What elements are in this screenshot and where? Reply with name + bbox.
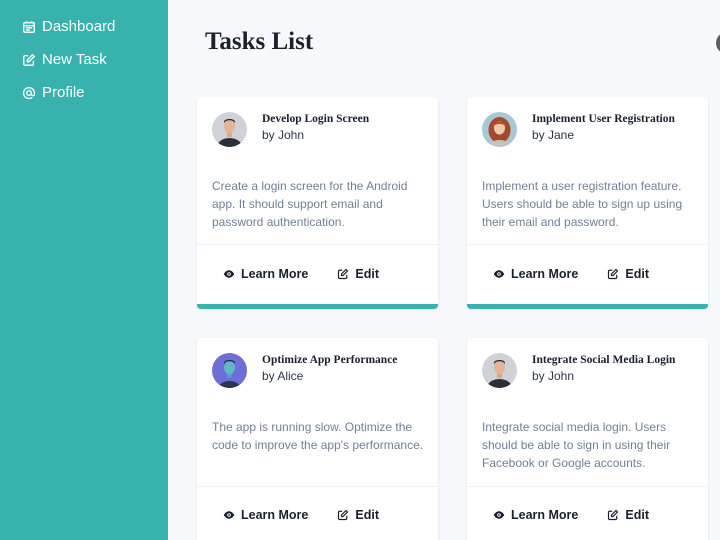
- edit-button[interactable]: Edit: [607, 508, 649, 522]
- divider: [467, 486, 708, 487]
- calendar-icon: [22, 20, 36, 34]
- divider: [467, 244, 708, 245]
- learn-more-label: Learn More: [511, 267, 578, 281]
- learn-more-button[interactable]: Learn More: [223, 508, 308, 522]
- learn-more-button[interactable]: Learn More: [223, 267, 308, 281]
- edit-label: Edit: [355, 267, 379, 281]
- card-header: Implement User Registration by Jane: [482, 112, 675, 147]
- card-actions: Learn More Edit: [493, 508, 649, 522]
- card-title: Optimize App Performance: [262, 354, 397, 366]
- card-author: by John: [532, 369, 675, 383]
- eye-icon: [223, 509, 235, 521]
- card-actions: Learn More Edit: [493, 267, 649, 281]
- sidebar-item-profile[interactable]: Profile: [0, 76, 168, 109]
- sidebar-item-label: Profile: [42, 84, 85, 101]
- avatar: [212, 353, 247, 388]
- card-header: Optimize App Performance by Alice: [212, 353, 397, 388]
- card-description: The app is running slow. Optimize the co…: [212, 418, 427, 454]
- user-avatar[interactable]: [716, 32, 720, 54]
- card-author: by Alice: [262, 369, 397, 383]
- divider: [197, 244, 438, 245]
- edit-label: Edit: [625, 508, 649, 522]
- task-card: Implement User Registration by Jane Impl…: [467, 97, 708, 309]
- eye-icon: [493, 268, 505, 280]
- sidebar-item-dashboard[interactable]: Dashboard: [0, 10, 168, 43]
- card-description: Implement a user registration feature. U…: [482, 177, 697, 231]
- divider: [197, 486, 438, 487]
- eye-icon: [493, 509, 505, 521]
- sidebar: Dashboard New Task Profile: [0, 0, 168, 540]
- card-description: Create a login screen for the Android ap…: [212, 177, 427, 231]
- avatar: [212, 112, 247, 147]
- card-actions: Learn More Edit: [223, 508, 379, 522]
- edit-button[interactable]: Edit: [607, 267, 649, 281]
- sidebar-item-label: Dashboard: [42, 18, 115, 35]
- main-content: Tasks List Develop Login Screen by John …: [168, 0, 720, 540]
- card-actions: Learn More Edit: [223, 267, 379, 281]
- avatar: [482, 112, 517, 147]
- edit-button[interactable]: Edit: [337, 267, 379, 281]
- task-card: Optimize App Performance by Alice The ap…: [197, 338, 438, 540]
- at-icon: [22, 86, 36, 100]
- learn-more-label: Learn More: [511, 508, 578, 522]
- card-header: Integrate Social Media Login by John: [482, 353, 675, 388]
- card-description: Integrate social media login. Users shou…: [482, 418, 697, 472]
- task-card: Develop Login Screen by John Create a lo…: [197, 97, 438, 309]
- avatar: [482, 353, 517, 388]
- card-header: Develop Login Screen by John: [212, 112, 369, 147]
- edit-icon: [337, 268, 349, 280]
- edit-icon: [22, 53, 36, 67]
- card-title: Develop Login Screen: [262, 113, 369, 125]
- learn-more-button[interactable]: Learn More: [493, 508, 578, 522]
- task-card: Integrate Social Media Login by John Int…: [467, 338, 708, 540]
- learn-more-label: Learn More: [241, 267, 308, 281]
- page-title: Tasks List: [205, 28, 313, 56]
- edit-button[interactable]: Edit: [337, 508, 379, 522]
- card-title: Integrate Social Media Login: [532, 354, 675, 366]
- learn-more-button[interactable]: Learn More: [493, 267, 578, 281]
- edit-label: Edit: [625, 267, 649, 281]
- card-author: by John: [262, 128, 369, 142]
- sidebar-item-label: New Task: [42, 51, 107, 68]
- edit-icon: [607, 509, 619, 521]
- edit-label: Edit: [355, 508, 379, 522]
- card-title: Implement User Registration: [532, 113, 675, 125]
- edit-icon: [337, 509, 349, 521]
- edit-icon: [607, 268, 619, 280]
- eye-icon: [223, 268, 235, 280]
- sidebar-item-new-task[interactable]: New Task: [0, 43, 168, 76]
- card-author: by Jane: [532, 128, 675, 142]
- learn-more-label: Learn More: [241, 508, 308, 522]
